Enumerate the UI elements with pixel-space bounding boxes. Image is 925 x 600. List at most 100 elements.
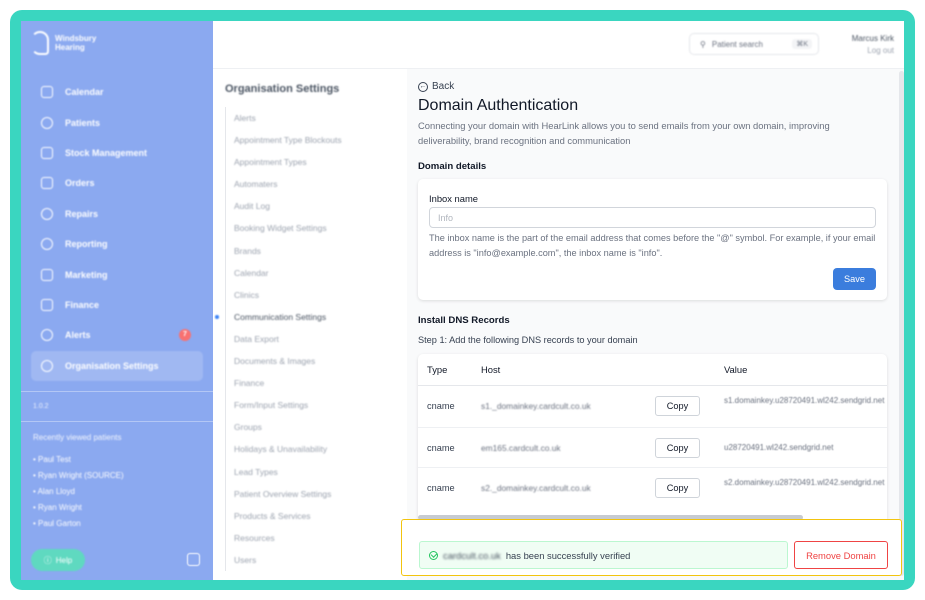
help-button[interactable]: ⓘ Help (31, 549, 85, 571)
recent-patient-item[interactable]: • Alan Lloyd (33, 484, 124, 500)
gear-icon (41, 359, 53, 372)
recent-patient-item[interactable]: • Ryan Wright (33, 500, 124, 516)
nav-item-label: Organisation Settings (65, 360, 159, 371)
dns-records-title: Install DNS Records (418, 315, 510, 326)
settings-menu-item[interactable]: Automaters (226, 173, 405, 195)
domain-auth-page: ← Back Domain Authentication Connecting … (407, 69, 904, 580)
domain-details-title: Domain details (418, 161, 487, 172)
bell-icon (41, 329, 53, 342)
recent-patient-item[interactable]: • Ryan Wright (SOURCE) (33, 468, 124, 484)
chart-icon (41, 238, 53, 251)
brand-line-2: Hearing (55, 43, 85, 52)
dns-host: s2._domainkey.cardcult.co.uk (481, 483, 591, 493)
sidebar-divider (21, 391, 213, 392)
verification-success-alert: cardcult.co.uk has been successfully ver… (419, 541, 788, 569)
recent-patient-item[interactable]: • Paul Garton (33, 516, 124, 532)
dns-host: s1._domainkey.cardcult.co.uk (481, 401, 591, 411)
settings-menu-title: Organisation Settings (225, 83, 340, 95)
nav-item-label: Repairs (65, 208, 99, 219)
app-window: Windsbury Hearing Calendar Patients Stoc… (21, 21, 904, 580)
nav-item-finance[interactable]: Finance (31, 290, 203, 320)
main-nav: Calendar Patients Stock Management Order… (31, 77, 203, 381)
settings-menu-item[interactable]: Brands (226, 240, 405, 262)
nav-item-repairs[interactable]: Repairs (31, 199, 203, 229)
nav-item-reporting[interactable]: Reporting (31, 229, 203, 259)
help-icon: ⓘ (43, 555, 52, 565)
column-value: Value (724, 364, 748, 375)
settings-menu-item[interactable]: Resources (226, 527, 405, 549)
column-type: Type (427, 364, 448, 375)
user-name: Marcus Kirk (851, 34, 894, 43)
inbox-name-input[interactable] (429, 207, 876, 228)
nav-item-marketing[interactable]: Marketing (31, 259, 203, 289)
column-host: Host (481, 364, 501, 375)
settings-menu-item[interactable]: Patient Overview Settings (226, 483, 405, 505)
save-button[interactable]: Save (833, 268, 876, 290)
nav-item-label: Finance (65, 299, 100, 310)
nav-item-stock-management[interactable]: Stock Management (31, 138, 203, 168)
dns-value: u28720491.wl242.sendgrid.net (724, 443, 834, 452)
verified-domain: cardcult.co.uk (443, 549, 501, 561)
nav-item-label: Stock Management (65, 147, 148, 158)
nav-item-calendar[interactable]: Calendar (31, 77, 203, 107)
settings-menu-item[interactable]: Finance (226, 372, 405, 394)
verification-section: cardcult.co.uk has been successfully ver… (401, 519, 902, 576)
settings-menu-item[interactable]: Clinics (226, 284, 405, 306)
nav-item-label: Orders (65, 178, 95, 189)
copy-button[interactable]: Copy (655, 478, 700, 498)
recent-patient-item[interactable]: • Paul Test (33, 452, 124, 468)
settings-menu-item[interactable]: Lead Types (226, 461, 405, 483)
dns-value: s2.domainkey.u28720491.wl242.sendgrid.ne… (724, 478, 885, 487)
dns-step-text: Step 1: Add the following DNS records to… (418, 335, 638, 345)
search-shortcut: ⌘K (792, 39, 812, 49)
collapse-sidebar-icon[interactable] (187, 553, 200, 566)
nav-item-label: Reporting (65, 239, 108, 250)
inbox-name-help: The inbox name is the part of the email … (429, 233, 876, 258)
nav-item-label: Marketing (65, 269, 108, 280)
nav-item-label: Calendar (65, 87, 104, 98)
search-icon: ⚲ (700, 39, 706, 49)
copy-button[interactable]: Copy (655, 396, 700, 416)
settings-menu-item[interactable]: Form/Input Settings (226, 394, 405, 416)
settings-menu-item[interactable]: Holidays & Unavailability (226, 438, 405, 460)
vertical-scrollbar[interactable] (899, 71, 904, 576)
settings-menu-item[interactable]: Communication Settings (215, 306, 405, 328)
verified-message: has been successfully verified (505, 549, 631, 561)
recent-patients-title: Recently viewed patients (33, 433, 122, 442)
nav-item-alerts[interactable]: Alerts 7 (31, 320, 203, 350)
remove-domain-button[interactable]: Remove Domain (794, 541, 888, 569)
patients-icon (41, 116, 53, 129)
nav-item-organisation-settings[interactable]: Organisation Settings (31, 350, 203, 381)
settings-menu-item[interactable]: Appointment Types (226, 151, 405, 173)
settings-menu-item[interactable]: Appointment Type Blockouts (226, 129, 405, 151)
arrow-left-icon: ← (418, 81, 428, 92)
nav-item-patients[interactable]: Patients (31, 107, 203, 137)
mail-icon (41, 268, 53, 281)
top-header: ⚲ Patient search ⌘K Marcus Kirk Log out (213, 21, 904, 69)
domain-details-card: Inbox name The inbox name is the part of… (418, 179, 887, 300)
settings-menu-item[interactable]: Data Export (226, 328, 405, 350)
settings-menu-item[interactable]: Booking Widget Settings (226, 217, 405, 239)
dns-type: cname (427, 483, 455, 493)
nav-item-label: Patients (65, 117, 101, 128)
copy-button[interactable]: Copy (655, 438, 700, 458)
sidebar-divider (21, 421, 213, 422)
settings-menu-item[interactable]: Groups (226, 416, 405, 438)
settings-menu-item[interactable]: Calendar (226, 262, 405, 284)
dns-type: cname (427, 401, 455, 411)
check-circle-icon (429, 550, 438, 560)
brand-logo[interactable]: Windsbury Hearing (31, 31, 96, 55)
settings-menu-item[interactable]: Audit Log (226, 195, 405, 217)
dns-type: cname (427, 443, 455, 453)
settings-menu-item[interactable]: Products & Services (226, 505, 405, 527)
page-description: Connecting your domain with HearLink all… (418, 120, 830, 146)
nav-item-orders[interactable]: Orders (31, 168, 203, 198)
settings-menu-item[interactable]: Alerts (226, 107, 405, 129)
settings-menu-item[interactable]: Users (226, 549, 405, 571)
patient-search-button[interactable]: ⚲ Patient search ⌘K (689, 33, 819, 55)
settings-menu-item[interactable]: Documents & Images (226, 350, 405, 372)
recent-patients-list: • Paul Test • Ryan Wright (SOURCE) • Ala… (33, 452, 124, 532)
inbox-name-label: Inbox name (429, 193, 478, 204)
back-link[interactable]: ← Back (418, 81, 454, 92)
logout-link[interactable]: Log out (852, 45, 894, 57)
